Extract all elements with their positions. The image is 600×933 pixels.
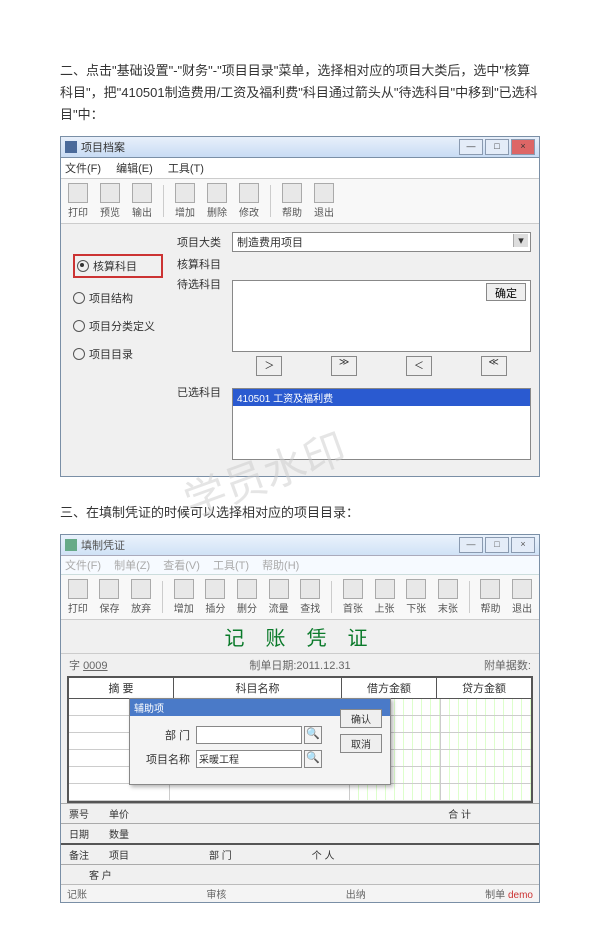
mid-info: 票号 单价 合 计	[61, 803, 539, 823]
print-button[interactable]: 打印	[65, 183, 91, 219]
move-all-right-button[interactable]: ≫	[331, 356, 357, 376]
pending-listbox[interactable]: 确定	[232, 280, 531, 352]
voucher-date: 制单日期:2011.12.31	[223, 657, 377, 673]
dept-input[interactable]	[196, 726, 302, 744]
tb-first[interactable]: 首张	[340, 579, 366, 615]
move-right-button[interactable]: ＞	[256, 356, 282, 376]
tb-print[interactable]: 打印	[65, 579, 91, 615]
menu-file-2[interactable]: 文件(F)	[65, 560, 101, 572]
instruction-1: 二、点击"基础设置"-"财务"-"项目目录"菜单，选择相对应的项目大类后，选中"…	[60, 60, 540, 126]
minimize-button-2[interactable]: —	[459, 537, 483, 553]
menu-tool[interactable]: 工具(T)	[168, 163, 204, 175]
tb-next[interactable]: 下张	[403, 579, 429, 615]
export-button[interactable]: 输出	[129, 183, 155, 219]
tb-exit[interactable]: 退出	[509, 579, 535, 615]
proj-lookup-icon[interactable]: 🔍	[304, 750, 322, 768]
instruction-2: 三、在填制凭证的时候可以选择相对应的项目目录：	[60, 502, 540, 524]
tb-flow[interactable]: 流量	[266, 579, 292, 615]
dept-lookup-icon[interactable]: 🔍	[304, 726, 322, 744]
preview-button[interactable]: 预览	[97, 183, 123, 219]
dlg-ok-button[interactable]: 确认	[340, 709, 382, 728]
radio-category-def[interactable]: 项目分类定义	[73, 318, 163, 334]
category-combo[interactable]: 制造费用项目	[232, 232, 531, 252]
dlg-cancel-button[interactable]: 取消	[340, 734, 382, 753]
tb-save[interactable]: 保存	[97, 579, 123, 615]
exit-button[interactable]: 退出	[311, 183, 337, 219]
menu-tool-2[interactable]: 工具(T)	[213, 560, 249, 572]
add-button[interactable]: 增加	[172, 183, 198, 219]
maximize-button-2[interactable]: □	[485, 537, 509, 553]
tb-last[interactable]: 末张	[435, 579, 461, 615]
exit-icon	[314, 183, 334, 203]
radio-project-structure[interactable]: 项目结构	[73, 290, 163, 306]
window-title: 项目档案	[81, 139, 125, 155]
col-debit: 借方金额	[342, 678, 437, 698]
toolbar-2: 打印 保存 放弃 增加 插分 删分 流量 查找 首张 上张 下张 末张 帮助 退…	[61, 575, 539, 620]
tb-delrow[interactable]: 删分	[234, 579, 260, 615]
category-label: 项目大类	[177, 234, 232, 250]
help-icon	[282, 183, 302, 203]
move-left-button[interactable]: ＜	[406, 356, 432, 376]
pending-label: 待选科目	[177, 276, 232, 292]
move-all-left-button[interactable]: ≪	[481, 356, 507, 376]
voucher-window: 填制凭证 — □ × 文件(F) 制单(Z) 查看(V) 工具(T) 帮助(H)…	[60, 534, 540, 903]
voucher-grid: 摘 要 科目名称 借方金额 贷方金额 制造费用/工资及福… 辅助项 部 门🔍 项…	[67, 676, 533, 803]
proj-label: 项目名称	[140, 751, 190, 767]
account-label: 核算科目	[177, 256, 232, 272]
titlebar-2: 填制凭证 — □ ×	[61, 535, 539, 556]
selected-label: 已选科目	[177, 384, 232, 400]
modify-button[interactable]: 修改	[236, 183, 262, 219]
menu-file[interactable]: 文件(F)	[65, 163, 101, 175]
delete-button[interactable]: 删除	[204, 183, 230, 219]
menubar-2: 文件(F) 制单(Z) 查看(V) 工具(T) 帮助(H)	[61, 556, 539, 575]
ok-button[interactable]: 确定	[486, 283, 526, 301]
selected-listbox[interactable]: 410501 工资及福利费	[232, 388, 531, 460]
radio-account-subject[interactable]: 核算科目	[73, 254, 163, 278]
preview-icon	[100, 183, 120, 203]
tb-find[interactable]: 查找	[297, 579, 323, 615]
menu-view[interactable]: 查看(V)	[163, 560, 200, 572]
aux-dialog: 辅助项 部 门🔍 项目名称采暖工程🔍 确认 取消	[129, 698, 391, 785]
add-icon	[175, 183, 195, 203]
col-credit: 贷方金额	[437, 678, 531, 698]
voucher-title: 记 账 凭 证	[61, 620, 539, 654]
print-icon	[68, 183, 88, 203]
close-button-2[interactable]: ×	[511, 537, 535, 553]
delete-icon	[207, 183, 227, 203]
radio-project-directory[interactable]: 项目目录	[73, 346, 163, 362]
menu-help-2[interactable]: 帮助(H)	[262, 560, 299, 572]
proj-input[interactable]: 采暖工程	[196, 750, 302, 768]
export-icon	[132, 183, 152, 203]
tb-abandon[interactable]: 放弃	[128, 579, 154, 615]
close-button[interactable]: ×	[511, 139, 535, 155]
menu-make[interactable]: 制单(Z)	[114, 560, 150, 572]
col-subject: 科目名称	[174, 678, 342, 698]
selected-item[interactable]: 410501 工资及福利费	[233, 389, 530, 406]
app-icon-2	[65, 539, 77, 551]
tb-insert[interactable]: 插分	[203, 579, 229, 615]
footer: 记账 审核 出纳 制单 demo	[61, 884, 539, 902]
left-options: 核算科目 项目结构 项目分类定义 项目目录	[69, 232, 167, 468]
dept-label: 部 门	[140, 727, 190, 743]
app-icon	[65, 141, 77, 153]
col-summary: 摘 要	[69, 678, 174, 698]
project-archive-window: 项目档案 — □ × 文件(F) 编辑(E) 工具(T) 打印 预览 输出 增加…	[60, 136, 540, 477]
help-button[interactable]: 帮助	[279, 183, 305, 219]
titlebar: 项目档案 — □ ×	[61, 137, 539, 158]
maximize-button[interactable]: □	[485, 139, 509, 155]
menubar: 文件(F) 编辑(E) 工具(T)	[61, 158, 539, 179]
modify-icon	[239, 183, 259, 203]
attachments: 附单据数:	[377, 657, 531, 673]
tb-add[interactable]: 增加	[171, 579, 197, 615]
window-title-2: 填制凭证	[81, 537, 125, 553]
toolbar: 打印 预览 输出 增加 删除 修改 帮助 退出	[61, 179, 539, 224]
voucher-no[interactable]: 0009	[83, 660, 107, 672]
tb-prev[interactable]: 上张	[372, 579, 398, 615]
minimize-button[interactable]: —	[459, 139, 483, 155]
menu-edit[interactable]: 编辑(E)	[116, 163, 153, 175]
tb-help[interactable]: 帮助	[478, 579, 504, 615]
